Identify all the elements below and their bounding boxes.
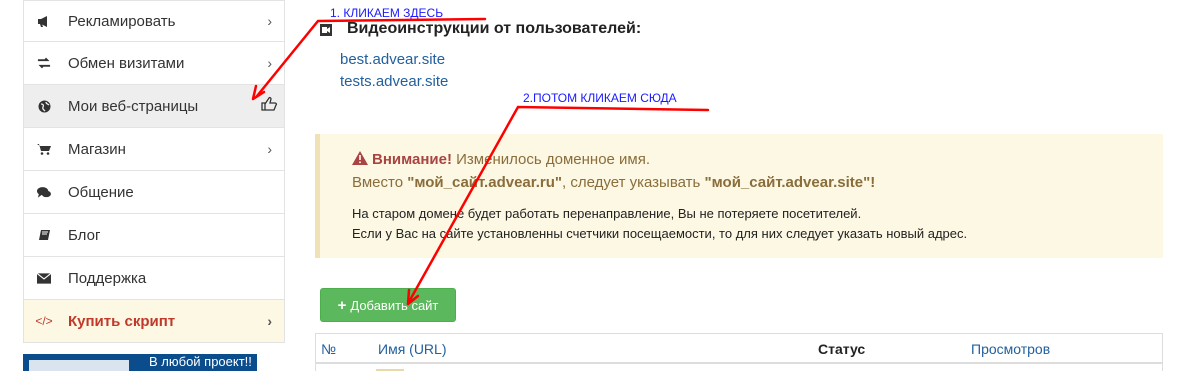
bullhorn-icon xyxy=(37,14,51,28)
alert-text: ! xyxy=(870,174,876,191)
alert-text: , следует указывать xyxy=(562,174,705,191)
chevron-right-icon: › xyxy=(267,313,272,329)
sidebar-item-exchange[interactable]: Обмен визитами › xyxy=(23,42,285,85)
page-title: Видеоинструкции от пользователей: xyxy=(347,20,642,37)
alert-text: Вместо xyxy=(352,174,408,191)
banner-logo xyxy=(29,360,129,371)
sidebar-item-label: Блог xyxy=(68,226,101,244)
sidebar-item-chat[interactable]: Общение xyxy=(23,171,285,214)
exchange-icon xyxy=(37,56,51,70)
video-link-best[interactable]: best.advear.site xyxy=(340,51,445,68)
sidebar-item-label: Общение xyxy=(68,183,134,201)
promo-banner[interactable]: В любой проект!! xyxy=(23,354,257,371)
add-site-button[interactable]: + Добавить сайт xyxy=(320,288,456,322)
annotation-step-1: 1. КЛИКАЕМ ЗДЕСЬ xyxy=(330,6,444,20)
banner-text: В любой проект!! xyxy=(149,354,252,369)
warning-icon xyxy=(352,151,368,165)
sidebar-item-advertise[interactable]: Рекламировать › xyxy=(23,0,285,42)
video-instructions-heading: Видеоинструкции от пользователей: xyxy=(320,20,641,38)
alert-heading-text: Изменилось доменное имя. xyxy=(451,151,651,168)
hand-pointer-icon xyxy=(260,96,278,116)
video-camera-icon xyxy=(320,23,332,36)
sidebar-item-buy-script[interactable]: </> Купить скрипт › xyxy=(23,300,285,343)
book-icon xyxy=(37,228,51,242)
alert-redirect-note: На старом домене будет работать перенапр… xyxy=(352,206,862,221)
alert-heading: Внимание! Изменилось доменное имя. xyxy=(352,151,650,168)
old-domain: "мой_сайт.advear.ru" xyxy=(407,174,563,191)
column-views[interactable]: Просмотров xyxy=(971,341,1050,357)
sidebar-item-my-pages[interactable]: Мои веб-страницы xyxy=(23,85,285,128)
sidebar-item-label: Обмен визитами xyxy=(68,54,185,72)
alert-domain-line: Вместо "мой_сайт.advear.ru", следует ука… xyxy=(352,174,875,191)
chevron-right-icon: › xyxy=(267,141,272,157)
cart-icon xyxy=(37,142,51,156)
column-status: Статус xyxy=(818,341,866,357)
alert-counter-note: Если у Вас на сайте установленны счетчик… xyxy=(352,226,968,241)
table-row xyxy=(315,364,1163,371)
sidebar-item-blog[interactable]: Блог xyxy=(23,214,285,257)
chevron-right-icon: › xyxy=(267,55,272,71)
column-number[interactable]: № xyxy=(321,341,336,357)
plus-icon: + xyxy=(337,296,347,314)
video-link-tests[interactable]: tests.advear.site xyxy=(340,73,448,90)
sidebar: Рекламировать › Обмен визитами › Мои веб… xyxy=(23,0,285,343)
annotation-step-2: 2.ПОТОМ КЛИКАЕМ СЮДА xyxy=(523,91,677,105)
chevron-right-icon: › xyxy=(267,13,272,29)
sidebar-item-support[interactable]: Поддержка xyxy=(23,257,285,300)
sidebar-item-shop[interactable]: Магазин › xyxy=(23,128,285,171)
comments-icon xyxy=(37,185,51,199)
code-icon: </> xyxy=(35,314,53,328)
sidebar-item-label: Магазин xyxy=(68,140,126,158)
column-name-url[interactable]: Имя (URL) xyxy=(378,341,447,357)
globe-icon xyxy=(37,99,51,113)
sidebar-item-label: Рекламировать xyxy=(68,12,176,30)
alert-warn-label: Внимание! xyxy=(372,151,452,168)
new-domain: "мой_сайт.advear.site" xyxy=(704,174,871,191)
sites-table-header: № Имя (URL) Статус Просмотров xyxy=(315,333,1163,364)
add-site-label: Добавить сайт xyxy=(350,297,439,313)
envelope-icon xyxy=(37,271,51,285)
sidebar-item-label: Поддержка xyxy=(68,269,147,287)
domain-change-alert: Внимание! Изменилось доменное имя. Вмест… xyxy=(315,134,1163,258)
sidebar-item-label: Купить скрипт xyxy=(68,312,176,330)
sidebar-item-label: Мои веб-страницы xyxy=(68,97,199,115)
